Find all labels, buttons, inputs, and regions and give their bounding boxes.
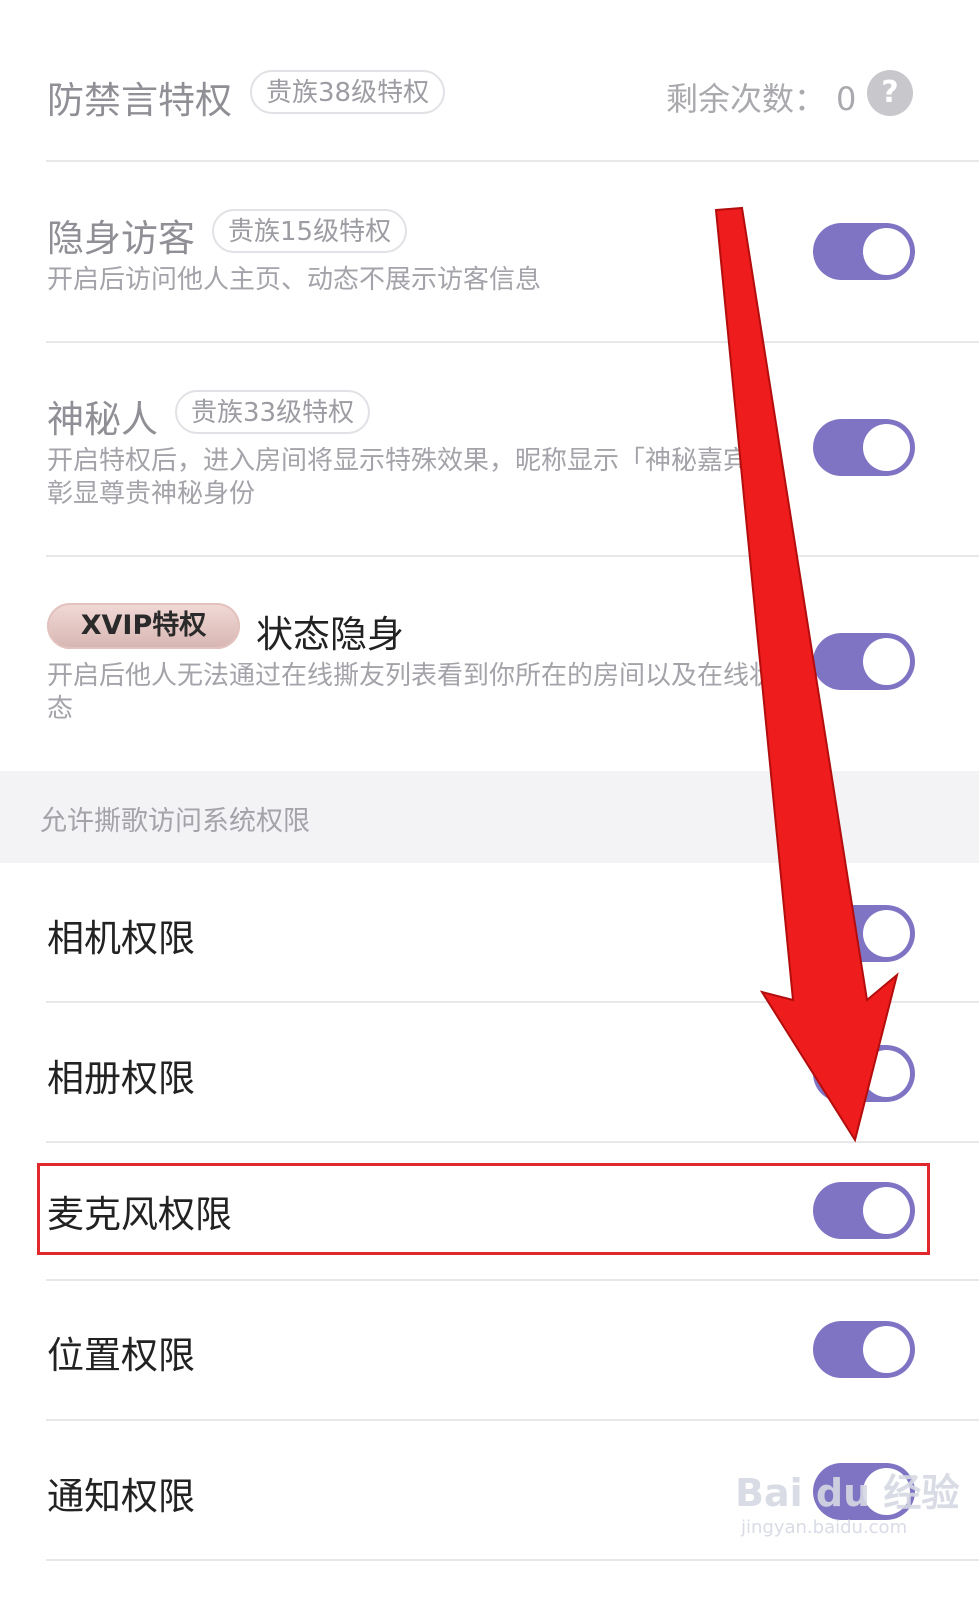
arrow-shape	[714, 206, 899, 1143]
watermark-logo: Bai du 经验	[735, 1471, 960, 1515]
red-arrow-icon	[714, 206, 899, 1143]
baidu-watermark: Bai du 经验 jingyan.baidu.com	[735, 1462, 959, 1538]
watermark-url: jingyan.baidu.com	[741, 1517, 908, 1538]
